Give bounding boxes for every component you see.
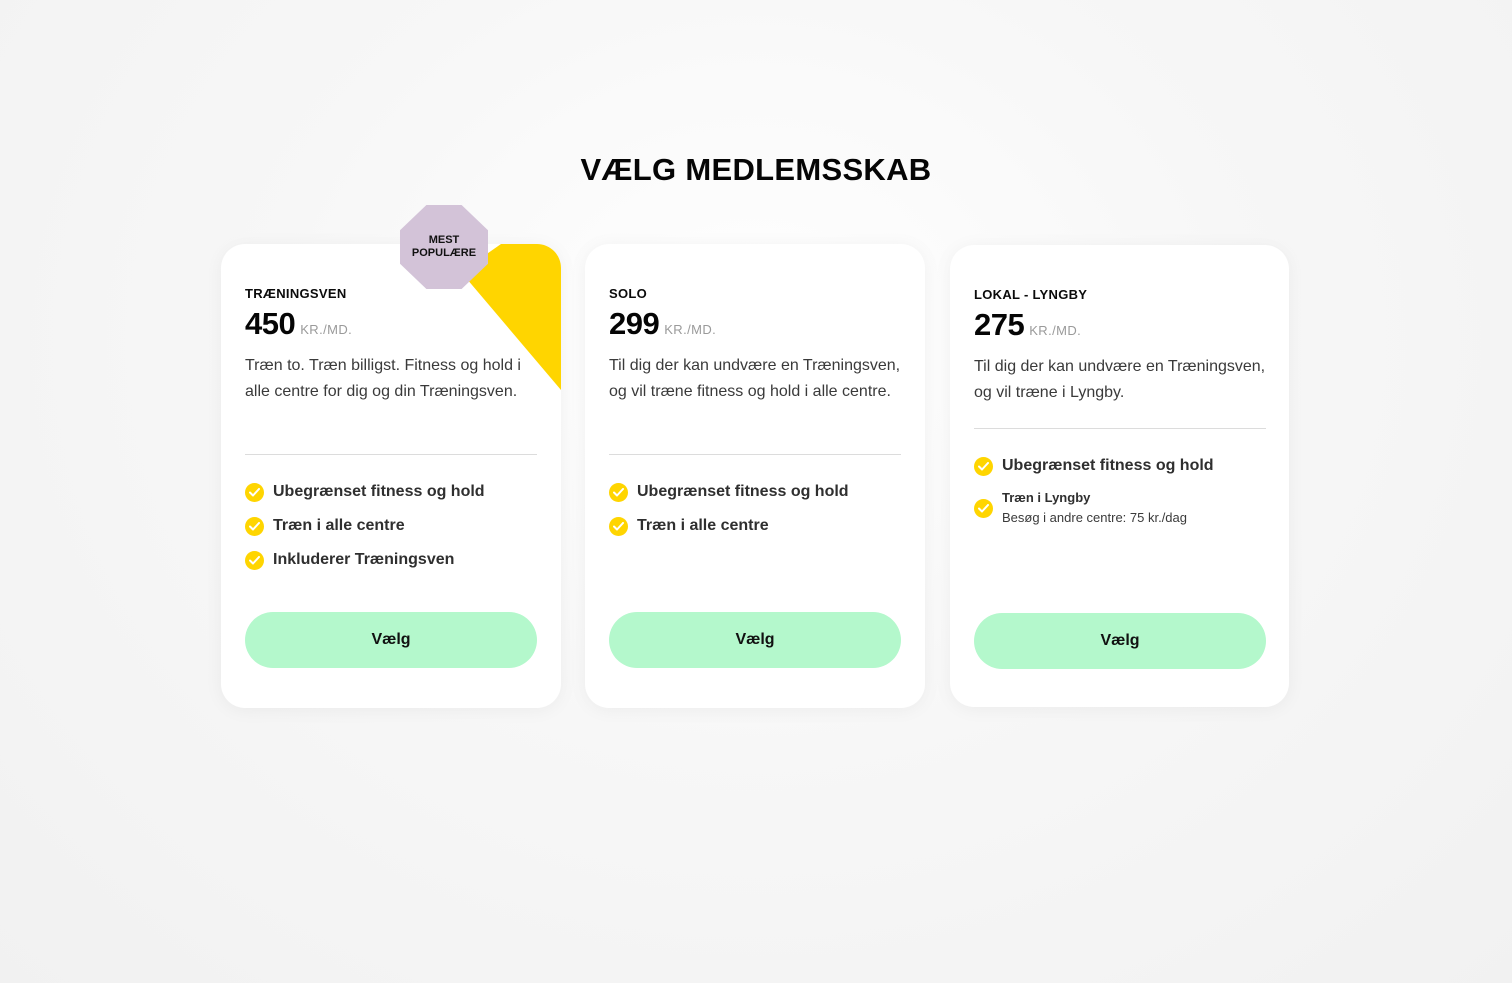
select-button-traeningsven[interactable]: Vælg [245,612,537,668]
feature-item: Ubegrænset fitness og hold [974,449,1266,483]
divider [974,428,1266,429]
check-icon [245,516,264,536]
divider [245,454,537,455]
plan-description: Til dig der kan undvære en Træningsven, … [974,358,1266,401]
feature-label: Ubegrænset fitness og hold [273,483,485,500]
select-button-solo[interactable]: Vælg [609,612,901,668]
plan-name: TRÆNINGSVEN [245,286,347,301]
plan-description: Til dig der kan undvære en Træningsven, … [609,357,901,400]
plan-name: SOLO [609,286,648,301]
check-icon [245,550,264,570]
check-icon [974,498,993,518]
plan-card-lokal-lyngby: LOKAL - LYNGBY 275 KR./MD. Til dig der ka… [950,245,1289,707]
page-title: VÆLG MEDLEMSSKAB [580,152,932,187]
divider [609,454,901,455]
plan-card-traeningsven: TRÆNINGSVEN 450 KR./MD. Træn to. Træn bil… [221,244,561,708]
plan-price: 299 [609,306,660,341]
feature-list: Ubegrænset fitness og hold Træn i alle c… [245,475,537,577]
feature-list: Ubegrænset fitness og hold Træn i alle c… [609,475,901,543]
badge-line-1: MEST [428,234,460,246]
badge-line-2: POPULÆRE [411,247,477,259]
feature-item: Ubegrænset fitness og hold [245,475,537,509]
feature-item: Inkluderer Træningsven [245,543,537,577]
plan-price: 275 [974,307,1025,342]
plan-price: 450 [245,306,296,341]
price-row: 275 KR./MD. [974,307,1081,343]
feature-list: Ubegrænset fitness og hold Træn i Lyngby… [974,449,1266,533]
check-icon [609,482,628,502]
feature-detail-note: Besøg i andre centre: 75 kr./dag [1002,509,1187,525]
price-unit: KR./MD. [300,322,353,337]
feature-item: Ubegrænset fitness og hold [609,475,901,509]
feature-item-detail: Træn i Lyngby Besøg i andre centre: 75 k… [974,483,1266,533]
feature-label: Inkluderer Træningsven [273,551,455,568]
plan-name: LOKAL - LYNGBY [974,287,1088,302]
price-unit: KR./MD. [1029,323,1082,338]
feature-item: Træn i alle centre [245,509,537,543]
feature-detail-text: Træn i Lyngby Besøg i andre centre: 75 k… [1002,488,1187,529]
check-icon [245,482,264,502]
select-button-lokal-lyngby[interactable]: Vælg [974,613,1266,669]
most-popular-badge: MEST POPULÆRE [400,205,488,289]
price-unit: KR./MD. [664,322,717,337]
feature-label: Træn i alle centre [273,517,405,534]
price-row: 450 KR./MD. [245,306,352,342]
feature-label: Træn i alle centre [637,517,769,534]
plan-card-solo: SOLO 299 KR./MD. Til dig der kan undvære … [585,244,925,708]
feature-label: Ubegrænset fitness og hold [637,483,849,500]
check-icon [609,516,628,536]
feature-detail-title: Træn i Lyngby [1002,489,1091,505]
feature-item: Træn i alle centre [609,509,901,543]
price-row: 299 KR./MD. [609,306,716,342]
check-icon [974,456,993,476]
feature-label: Ubegrænset fitness og hold [1002,457,1214,474]
plan-description: Træn to. Træn billigst. Fitness og hold … [245,357,521,400]
